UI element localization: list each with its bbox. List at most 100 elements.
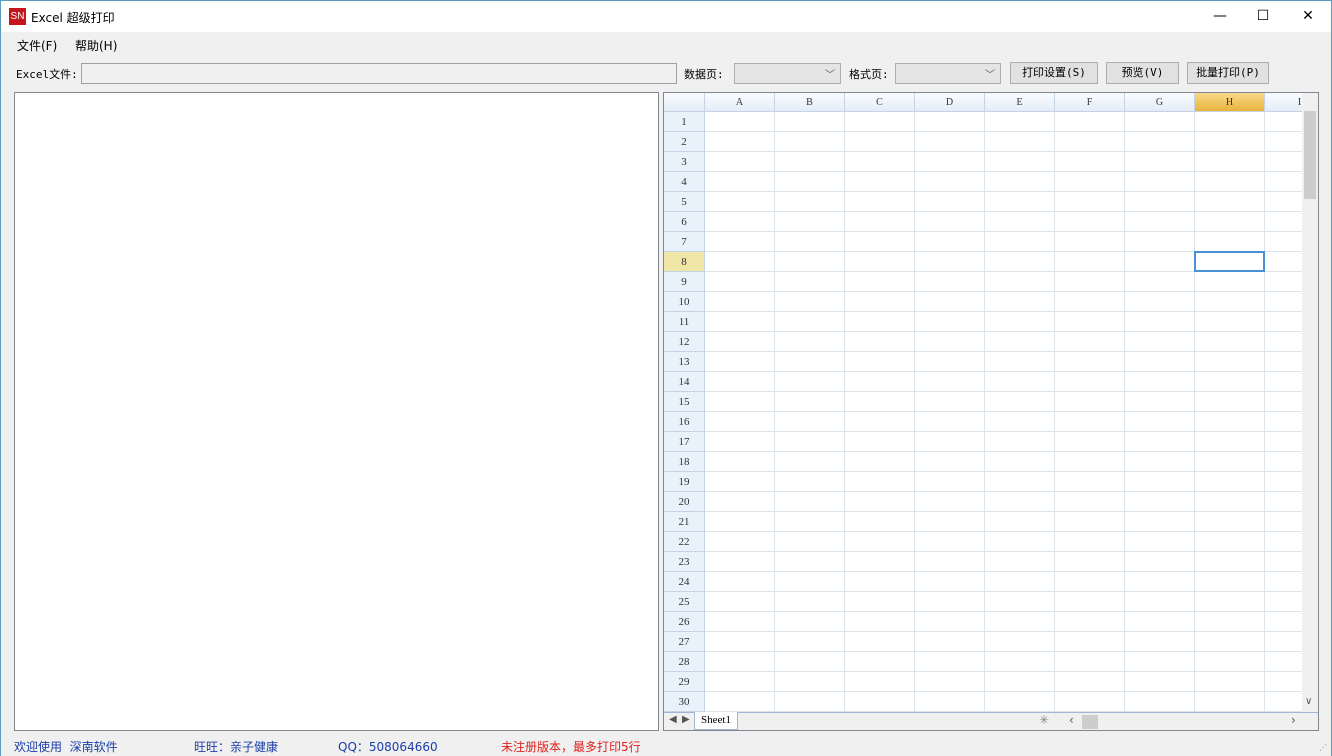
grid-line xyxy=(1264,112,1265,712)
grid-line xyxy=(774,112,775,712)
status-notice: 未注册版本，最多打印5行 xyxy=(501,740,641,754)
status-welcome: 欢迎使用 深南软件 xyxy=(14,740,118,754)
tab-prev-icon[interactable]: ◀ xyxy=(669,714,677,725)
grid-line xyxy=(705,411,1305,412)
row-header[interactable]: 27 xyxy=(664,632,705,652)
maximize-button[interactable]: ☐ xyxy=(1240,1,1286,32)
grid-line xyxy=(705,391,1305,392)
menu-bar xyxy=(1,32,1331,56)
excel-file-label: Excel文件: xyxy=(16,68,78,81)
row-header[interactable]: 16 xyxy=(664,412,705,432)
grid-line xyxy=(705,331,1305,332)
grid-line xyxy=(705,551,1305,552)
row-header[interactable]: 19 xyxy=(664,472,705,492)
resize-grip-icon[interactable]: ⋰ xyxy=(1319,743,1327,752)
window-title: Excel 超级打印 xyxy=(31,11,115,25)
row-header[interactable]: 12 xyxy=(664,332,705,352)
grid-line xyxy=(705,231,1305,232)
row-header[interactable]: 7 xyxy=(664,232,705,252)
grid-line xyxy=(705,131,1305,132)
grid-line xyxy=(705,291,1305,292)
grid-line xyxy=(1194,112,1195,712)
row-header[interactable]: 6 xyxy=(664,212,705,232)
row-header[interactable]: 22 xyxy=(664,532,705,552)
preview-button[interactable]: 预览(V) xyxy=(1106,62,1179,84)
grid-line xyxy=(984,112,985,712)
status-qq: QQ：508064660 xyxy=(338,740,438,754)
row-header[interactable]: 18 xyxy=(664,452,705,472)
row-header[interactable]: 29 xyxy=(664,672,705,692)
row-header[interactable]: 23 xyxy=(664,552,705,572)
row-header[interactable]: 14 xyxy=(664,372,705,392)
grid-line xyxy=(705,591,1305,592)
new-sheet-icon[interactable]: ✳ xyxy=(1039,713,1049,727)
grid-line xyxy=(1124,112,1125,712)
row-header[interactable]: 11 xyxy=(664,312,705,332)
grid-line xyxy=(1054,112,1055,712)
grid-line xyxy=(705,311,1305,312)
row-header[interactable]: 13 xyxy=(664,352,705,372)
row-header[interactable]: 30 xyxy=(664,692,705,712)
spreadsheet-grid[interactable]: A B C D E F G H I 1 2 3 4 5 6 7 8 9 10 11 12 13 14 15 16 17 18 19 20… xyxy=(663,92,1319,731)
preview-pane xyxy=(14,92,659,731)
menu-file[interactable]: 文件(F) xyxy=(17,37,57,54)
row-header[interactable]: 1 xyxy=(664,112,705,132)
hscroll-right-icon[interactable]: › xyxy=(1291,713,1296,727)
vertical-scrollbar[interactable]: ∨ xyxy=(1302,93,1318,713)
row-header[interactable]: 8 xyxy=(664,252,705,272)
print-settings-button[interactable]: 打印设置(S) xyxy=(1010,62,1098,84)
sheet-tab[interactable]: Sheet1 xyxy=(694,712,738,730)
grid-line xyxy=(705,151,1305,152)
hscroll-thumb[interactable] xyxy=(1082,715,1098,729)
row-header[interactable]: 10 xyxy=(664,292,705,312)
grid-line xyxy=(705,631,1305,632)
minimize-button[interactable]: — xyxy=(1197,1,1243,32)
grid-line xyxy=(705,531,1305,532)
column-header[interactable]: E xyxy=(985,93,1055,112)
grid-line xyxy=(705,191,1305,192)
row-header[interactable]: 24 xyxy=(664,572,705,592)
grid-line xyxy=(705,611,1305,612)
select-all-corner[interactable] xyxy=(664,93,705,112)
row-header[interactable]: 28 xyxy=(664,652,705,672)
excel-file-input[interactable] xyxy=(81,63,677,84)
app-logo-icon: SN xyxy=(9,8,26,25)
row-header[interactable]: 15 xyxy=(664,392,705,412)
close-button[interactable]: ✕ xyxy=(1285,1,1331,32)
selected-cell[interactable] xyxy=(1194,251,1265,272)
scroll-thumb[interactable] xyxy=(1304,111,1316,199)
format-page-select[interactable]: ﹀ xyxy=(895,63,1001,84)
grid-line xyxy=(705,491,1305,492)
column-header[interactable]: B xyxy=(775,93,845,112)
grid-line xyxy=(705,211,1305,212)
grid-line xyxy=(705,171,1305,172)
menu-help[interactable]: 帮助(H) xyxy=(75,37,117,54)
tab-next-icon[interactable]: ▶ xyxy=(682,714,690,725)
column-header[interactable]: G xyxy=(1125,93,1195,112)
grid-line xyxy=(705,571,1305,572)
grid-line xyxy=(705,511,1305,512)
scroll-down-icon[interactable]: ∨ xyxy=(1305,696,1312,707)
row-header[interactable]: 17 xyxy=(664,432,705,452)
row-header[interactable]: 3 xyxy=(664,152,705,172)
row-header[interactable]: 26 xyxy=(664,612,705,632)
row-header[interactable]: 25 xyxy=(664,592,705,612)
data-page-select[interactable]: ﹀ xyxy=(734,63,841,84)
column-header[interactable]: D xyxy=(915,93,985,112)
row-header[interactable]: 9 xyxy=(664,272,705,292)
row-header[interactable]: 4 xyxy=(664,172,705,192)
column-header[interactable]: C xyxy=(845,93,915,112)
column-header[interactable]: H xyxy=(1195,93,1265,112)
batch-print-button[interactable]: 批量打印(P) xyxy=(1187,62,1269,84)
column-header[interactable]: F xyxy=(1055,93,1125,112)
row-header[interactable]: 20 xyxy=(664,492,705,512)
grid-line xyxy=(705,651,1305,652)
row-header[interactable]: 2 xyxy=(664,132,705,152)
grid-line xyxy=(705,431,1305,432)
row-header[interactable]: 21 xyxy=(664,512,705,532)
row-header[interactable]: 5 xyxy=(664,192,705,212)
grid-line xyxy=(705,371,1305,372)
hscroll-left-icon[interactable]: ‹ xyxy=(1069,713,1074,727)
column-header[interactable]: A xyxy=(705,93,775,112)
title-bar: SN Excel 超级打印 — ☐ ✕ xyxy=(1,1,1331,32)
